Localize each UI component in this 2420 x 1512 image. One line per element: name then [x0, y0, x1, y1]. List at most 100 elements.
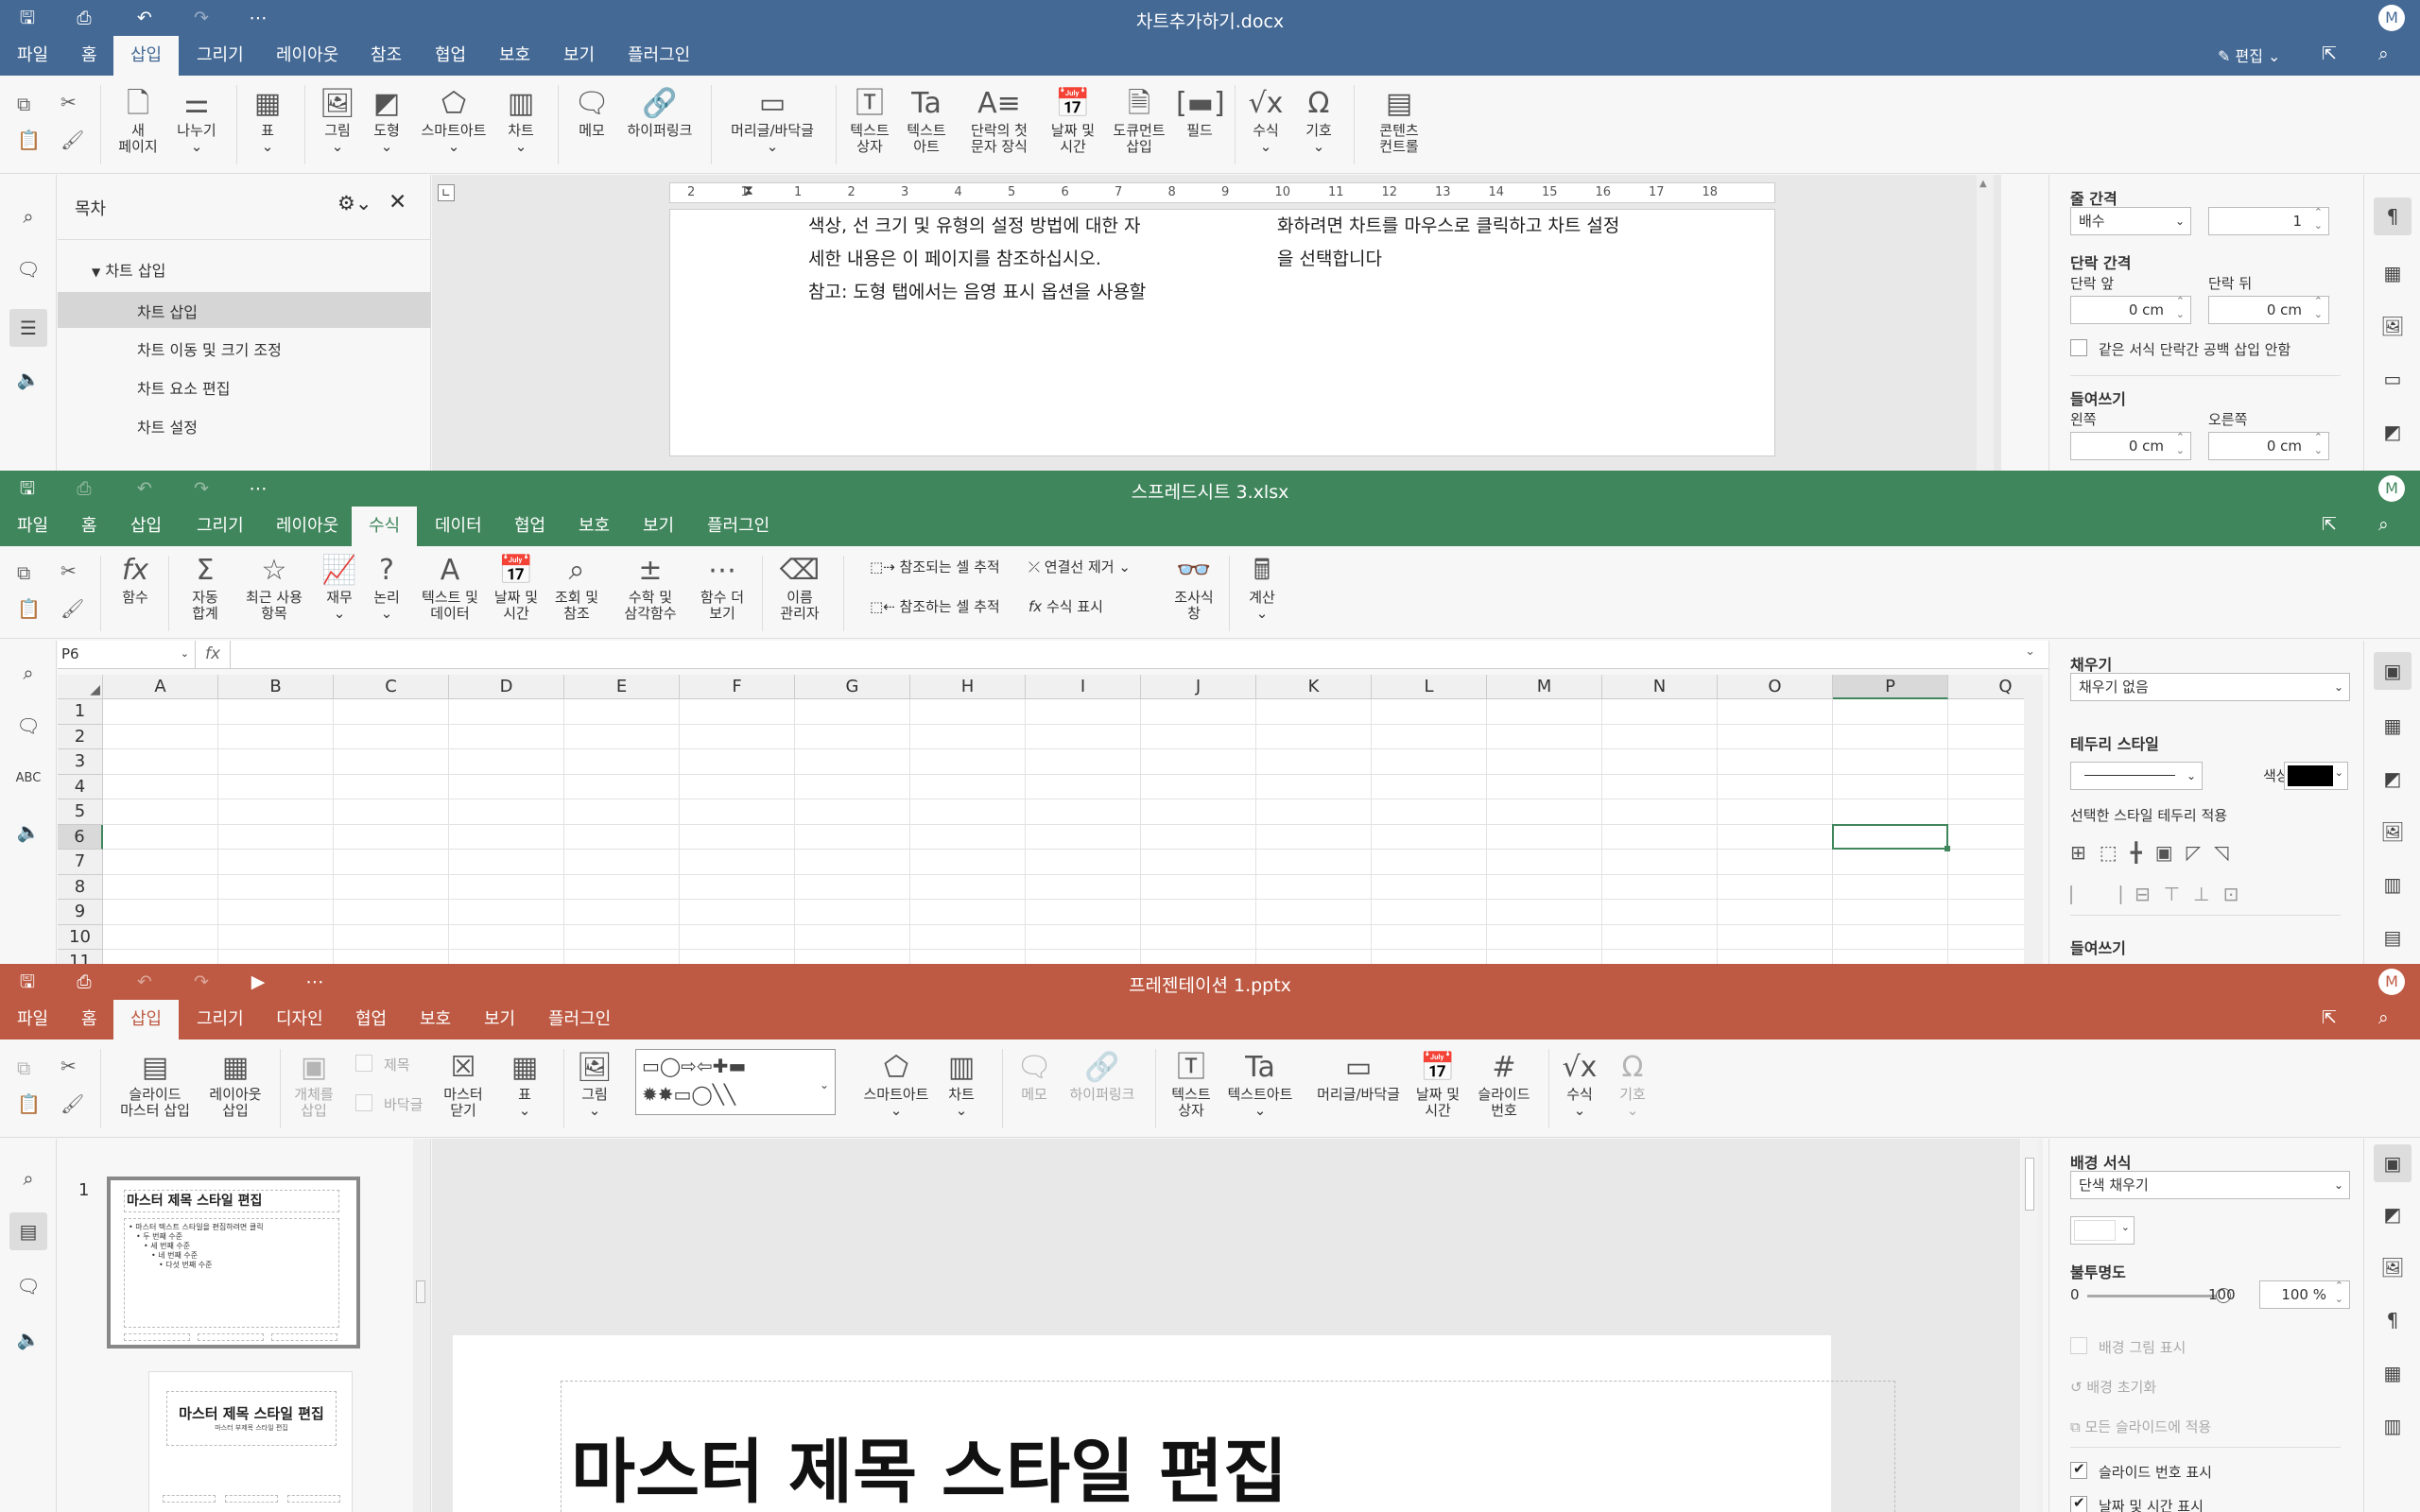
row-header[interactable]: 1 — [58, 699, 103, 725]
column-header[interactable]: D — [449, 675, 564, 699]
column-header[interactable]: P — [1833, 675, 1948, 699]
spinner-icon[interactable]: ⌃ ⌄ — [2176, 431, 2185, 457]
tab-file[interactable]: 파일 — [15, 1000, 50, 1040]
scroll-up-icon[interactable]: ▲ — [1979, 179, 1987, 189]
name-manager-button[interactable]: ⌫ 이름 관리자 — [769, 552, 830, 622]
toc-item[interactable]: ▼ 차트 삽입 — [92, 258, 165, 281]
column-header[interactable]: H — [910, 675, 1026, 699]
header-footer-button[interactable]: ▭ 머리글/바닥글 ⌄ — [720, 85, 824, 155]
indent-marker-icon[interactable]: ⧗ — [744, 183, 753, 198]
slide-canvas[interactable]: 마스터 제목 스타일 편집 — [453, 1335, 1895, 1512]
border-buttons-row1[interactable]: ⊞⬚╋▣◸◹ — [2070, 841, 2241, 864]
tab-data[interactable]: 데이터 — [433, 507, 484, 546]
trace-dependents-button[interactable]: ⬚⇠ 참조하는 셀 추적 — [870, 599, 1000, 615]
column-header[interactable]: N — [1602, 675, 1718, 699]
spinner-icon[interactable]: ⌃ ⌄ — [2314, 295, 2323, 321]
pivot-icon[interactable]: ▤ — [2379, 924, 2406, 951]
tab-file[interactable]: 파일 — [15, 507, 50, 546]
header-footer-icon[interactable]: ▭ — [2379, 366, 2406, 392]
tab-collaboration[interactable]: 협업 — [512, 507, 547, 546]
show-formula-button[interactable]: fx 수식 표시 — [1028, 599, 1103, 615]
new-page-button[interactable]: 🗋 새 페이지 — [112, 85, 164, 155]
table-icon[interactable]: ▦ — [2379, 1360, 2406, 1386]
comment-icon[interactable]: 🗨 — [15, 1273, 42, 1299]
row-header[interactable]: 11 — [58, 950, 103, 964]
name-box[interactable]: P6 ⌄ — [58, 641, 196, 668]
datetime-button[interactable]: 📅 날짜 및 시간 — [486, 552, 546, 622]
sheet-grid[interactable]: ◢ A B C D E F G H I J K L M N O P Q 1 2 3 4 5 6 7 8 9 10 11 — [58, 675, 2033, 964]
slide-master-button[interactable]: ▤ 슬라이드 마스터 삽입 — [112, 1049, 199, 1119]
symbol-button[interactable]: Ω 기호 ⌄ — [1609, 1049, 1656, 1119]
slide-settings-icon[interactable]: ▣ — [2374, 1144, 2411, 1182]
paragraph-icon[interactable]: ¶ — [2379, 1307, 2406, 1333]
search-icon[interactable]: ⌕ — [15, 1165, 42, 1192]
autosum-button[interactable]: Σ 자동 합계 — [176, 552, 234, 622]
recent-button[interactable]: ☆ 최근 사용 항목 — [236, 552, 312, 622]
textart-button[interactable]: Ta 텍스트아트 ⌄ — [1221, 1049, 1299, 1119]
spacing-before-input[interactable]: 0 cm ⌃ ⌄ — [2070, 295, 2191, 324]
expand-formula-icon[interactable]: ⌄ — [2025, 644, 2035, 659]
avatar[interactable]: M — [2378, 969, 2405, 995]
line-spacing-value-input[interactable]: 1 ⌃ ⌄ — [2208, 206, 2329, 235]
toc-item[interactable]: 차트 요소 편집 — [137, 376, 231, 399]
datetime-button[interactable]: 📅 날짜 및 시간 — [1044, 85, 1102, 155]
speaker-icon[interactable]: 🔈 — [15, 1326, 42, 1352]
layout-thumbnail[interactable]: 마스터 제목 스타일 편집 마스터 부제목 스타일 편집 — [148, 1371, 353, 1512]
show-bg-image-checkbox[interactable] — [2070, 1337, 2087, 1354]
open-location-icon[interactable]: ⇱ — [2322, 43, 2337, 64]
navigation-icon[interactable]: ☰ — [9, 309, 47, 347]
cut-icon[interactable]: ✂ — [60, 1055, 77, 1077]
textbox-button[interactable]: 🅃 텍스트 상자 — [843, 85, 896, 155]
shapes-gallery[interactable]: ▭◯⇨⇦✚▬ ✹✸▭◯╲╲ ⌄ — [635, 1049, 836, 1115]
chevron-down-icon[interactable]: ⌄ — [820, 1071, 829, 1099]
shape-button[interactable]: ◩ 도형 ⌄ — [363, 85, 410, 155]
spinner-icon[interactable]: ⌃ ⌄ — [2335, 1280, 2343, 1306]
docpart-button[interactable]: 🗎 도큐먼트 삽입 — [1106, 85, 1172, 155]
chart-button[interactable]: ▥ 차트 ⌄ — [938, 1049, 985, 1119]
search-icon[interactable]: ⌕ — [15, 660, 42, 686]
financial-button[interactable]: 📈 재무 ⌄ — [316, 552, 363, 622]
textbox-button[interactable]: 🅃 텍스트 상자 — [1165, 1049, 1218, 1119]
more-functions-button[interactable]: ⋯ 함수 더 보기 — [692, 552, 752, 622]
hyperlink-button[interactable]: 🔗 하이퍼링크 — [620, 85, 700, 139]
column-header[interactable]: C — [334, 675, 449, 699]
tab-protection[interactable]: 보호 — [497, 36, 532, 76]
comment-button[interactable]: 🗨 메모 — [1010, 1049, 1059, 1103]
table-button[interactable]: ▦ 표 ⌄ — [501, 1049, 548, 1119]
tab-formula[interactable]: 수식 — [352, 507, 418, 546]
scroll-thumb[interactable] — [416, 1280, 425, 1303]
spacing-after-input[interactable]: 0 cm ⌃ ⌄ — [2208, 295, 2329, 324]
header-footer-button[interactable]: ▭ 머리글/바닥글 — [1306, 1049, 1410, 1103]
tab-plugins[interactable]: 플러그인 — [626, 36, 692, 76]
table-icon[interactable]: ▦ — [2379, 713, 2406, 739]
chart-icon[interactable]: ▥ — [2379, 871, 2406, 898]
edit-mode-button[interactable]: ✎ 편집 ⌄ — [2218, 43, 2280, 66]
copy-icon[interactable]: ⧉ — [17, 561, 30, 584]
watch-window-button[interactable]: 👓 조사식 창 — [1168, 552, 1219, 622]
tab-insert[interactable]: 삽입 — [113, 36, 180, 76]
tab-collaboration[interactable]: 협업 — [354, 1000, 389, 1040]
tab-draw[interactable]: 그리기 — [195, 507, 246, 546]
comment-icon[interactable]: 🗨 — [15, 256, 42, 283]
show-slide-number-checkbox[interactable] — [2070, 1460, 2087, 1479]
row-header[interactable]: 3 — [58, 749, 103, 775]
column-header[interactable]: L — [1372, 675, 1487, 699]
speaker-icon[interactable]: 🔈 — [15, 818, 42, 845]
doc-page[interactable]: 색상, 선 크기 및 유형의 설정 방법에 대한 자 세한 내용은 이 페이지를… — [669, 209, 1775, 456]
cut-icon[interactable]: ✂ — [60, 91, 77, 113]
opacity-slider[interactable] — [2087, 1288, 2231, 1303]
row-header[interactable]: 8 — [58, 874, 103, 900]
spinner-icon[interactable]: ⌃ ⌄ — [2314, 206, 2323, 232]
hyperlink-button[interactable]: 🔗 하이퍼링크 — [1063, 1049, 1142, 1103]
toc-item[interactable]: 차트 설정 — [137, 415, 198, 438]
open-location-icon[interactable]: ⇱ — [2322, 514, 2337, 535]
copy-icon[interactable]: ⧉ — [17, 93, 30, 115]
cut-icon[interactable]: ✂ — [60, 559, 77, 582]
row-header[interactable]: 7 — [58, 850, 103, 875]
spinner-icon[interactable]: ⌃ ⌄ — [2176, 295, 2185, 321]
border-buttons-row2[interactable]: ⎸⎹⊟⊤⊥⊡ — [2070, 883, 2252, 905]
cell-settings-icon[interactable]: ▣ — [2374, 652, 2411, 690]
column-header[interactable]: E — [564, 675, 680, 699]
function-button[interactable]: fx 함수 — [112, 552, 159, 606]
slide-number-button[interactable]: # 슬라이드 번호 — [1471, 1049, 1537, 1119]
